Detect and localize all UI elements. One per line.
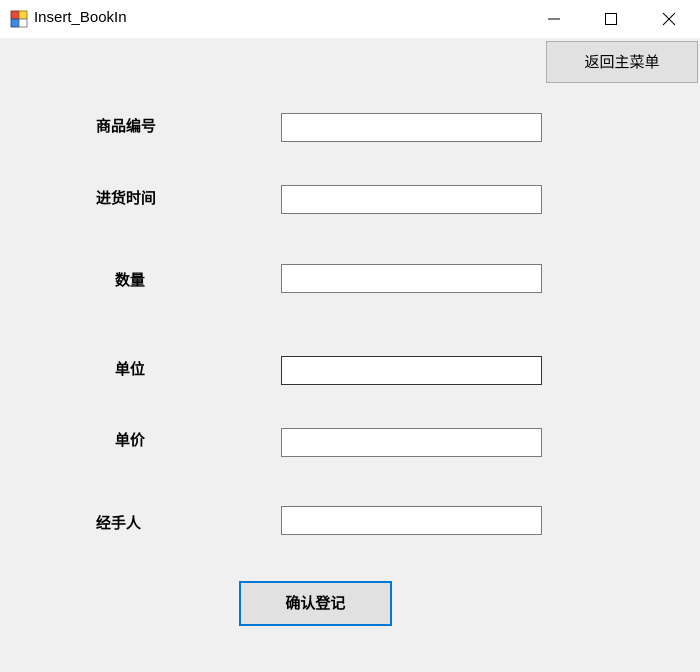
- unit-price-label: 单价: [115, 431, 146, 449]
- product-number-label: 商品编号: [96, 117, 157, 135]
- title-bar: Insert_BookIn: [0, 0, 700, 38]
- unit-input[interactable]: [281, 356, 542, 385]
- minimize-icon: [548, 18, 560, 20]
- minimize-button[interactable]: [527, 0, 583, 38]
- back-to-main-menu-button[interactable]: 返回主菜单: [546, 41, 698, 83]
- app-icon: [10, 10, 28, 28]
- handler-input[interactable]: [281, 506, 542, 535]
- close-button[interactable]: [642, 0, 698, 38]
- window-title: Insert_BookIn: [34, 9, 127, 26]
- quantity-label: 数量: [115, 271, 146, 289]
- close-icon: [662, 12, 676, 26]
- unit-label: 单位: [115, 360, 146, 378]
- quantity-input[interactable]: [281, 264, 542, 293]
- maximize-icon: [605, 13, 617, 25]
- maximize-button[interactable]: [584, 0, 640, 38]
- handler-label: 经手人: [96, 514, 142, 532]
- product-number-input[interactable]: [281, 113, 542, 142]
- confirm-registration-button[interactable]: 确认登记: [239, 581, 392, 626]
- purchase-time-input[interactable]: [281, 185, 542, 214]
- purchase-time-label: 进货时间: [96, 189, 157, 207]
- unit-price-input[interactable]: [281, 428, 542, 457]
